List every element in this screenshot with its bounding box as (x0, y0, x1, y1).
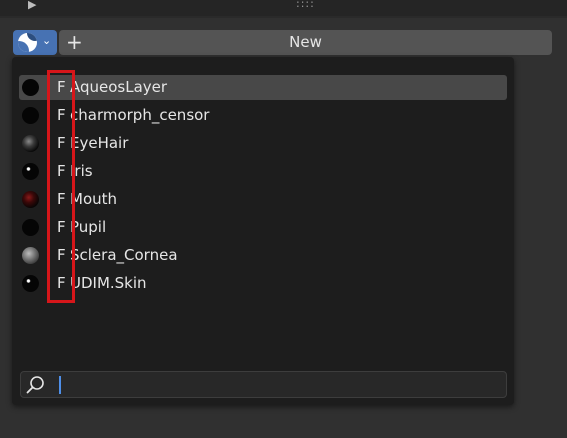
material-preview-icon (22, 191, 39, 208)
list-item-aqueoslayer[interactable]: F AqueosLayer (19, 75, 507, 100)
material-preview-icon (22, 163, 39, 180)
material-browser-popup: F AqueosLayer F charmorph_censor F EyeHa… (12, 57, 514, 405)
list-item-charmorph-censor[interactable]: F charmorph_censor (19, 103, 507, 128)
material-preview-icon (22, 107, 39, 124)
material-name: Mouth (70, 190, 118, 208)
list-item-udim-skin[interactable]: F UDIM.Skin (19, 271, 507, 296)
fake-user-indicator: F (57, 134, 66, 152)
material-name: UDIM.Skin (70, 274, 147, 292)
fake-user-indicator: F (57, 162, 66, 180)
material-preview-icon (22, 219, 39, 236)
material-preview-icon (22, 247, 39, 264)
material-browse-button[interactable]: ⌄ (13, 30, 57, 55)
material-name: Sclera_Cornea (70, 246, 178, 264)
fake-user-indicator: F (57, 218, 66, 236)
fake-user-indicator: F (57, 106, 66, 124)
new-material-button[interactable]: + New (59, 30, 552, 55)
material-name: Iris (70, 162, 93, 180)
material-preview-icon (22, 79, 39, 96)
new-button-label: New (289, 33, 322, 51)
search-field[interactable] (20, 371, 507, 398)
search-icon (26, 376, 44, 394)
material-name: EyeHair (70, 134, 129, 152)
text-cursor (59, 376, 61, 394)
fake-user-indicator: F (57, 246, 66, 264)
drag-handle[interactable]: :::: (296, 0, 315, 10)
list-item-sclera-cornea[interactable]: F Sclera_Cornea (19, 243, 507, 268)
panel-header: ▶ :::: (0, 0, 567, 16)
fake-user-indicator: F (57, 78, 66, 96)
divider (0, 16, 567, 18)
material-preview-icon (22, 275, 39, 292)
list-item-iris[interactable]: F Iris (19, 159, 507, 184)
chevron-down-icon: ⌄ (42, 34, 52, 47)
list-item-mouth[interactable]: F Mouth (19, 187, 507, 212)
triangle-right-icon[interactable]: ▶ (28, 0, 36, 11)
material-name: Pupil (70, 218, 107, 236)
fake-user-indicator: F (57, 274, 66, 292)
material-sphere-icon (18, 33, 37, 52)
list-item-eyehair[interactable]: F EyeHair (19, 131, 507, 156)
material-name: charmorph_censor (70, 106, 210, 124)
material-name: AqueosLayer (70, 78, 168, 96)
list-item-pupil[interactable]: F Pupil (19, 215, 507, 240)
material-preview-icon (22, 135, 39, 152)
fake-user-indicator: F (57, 190, 66, 208)
